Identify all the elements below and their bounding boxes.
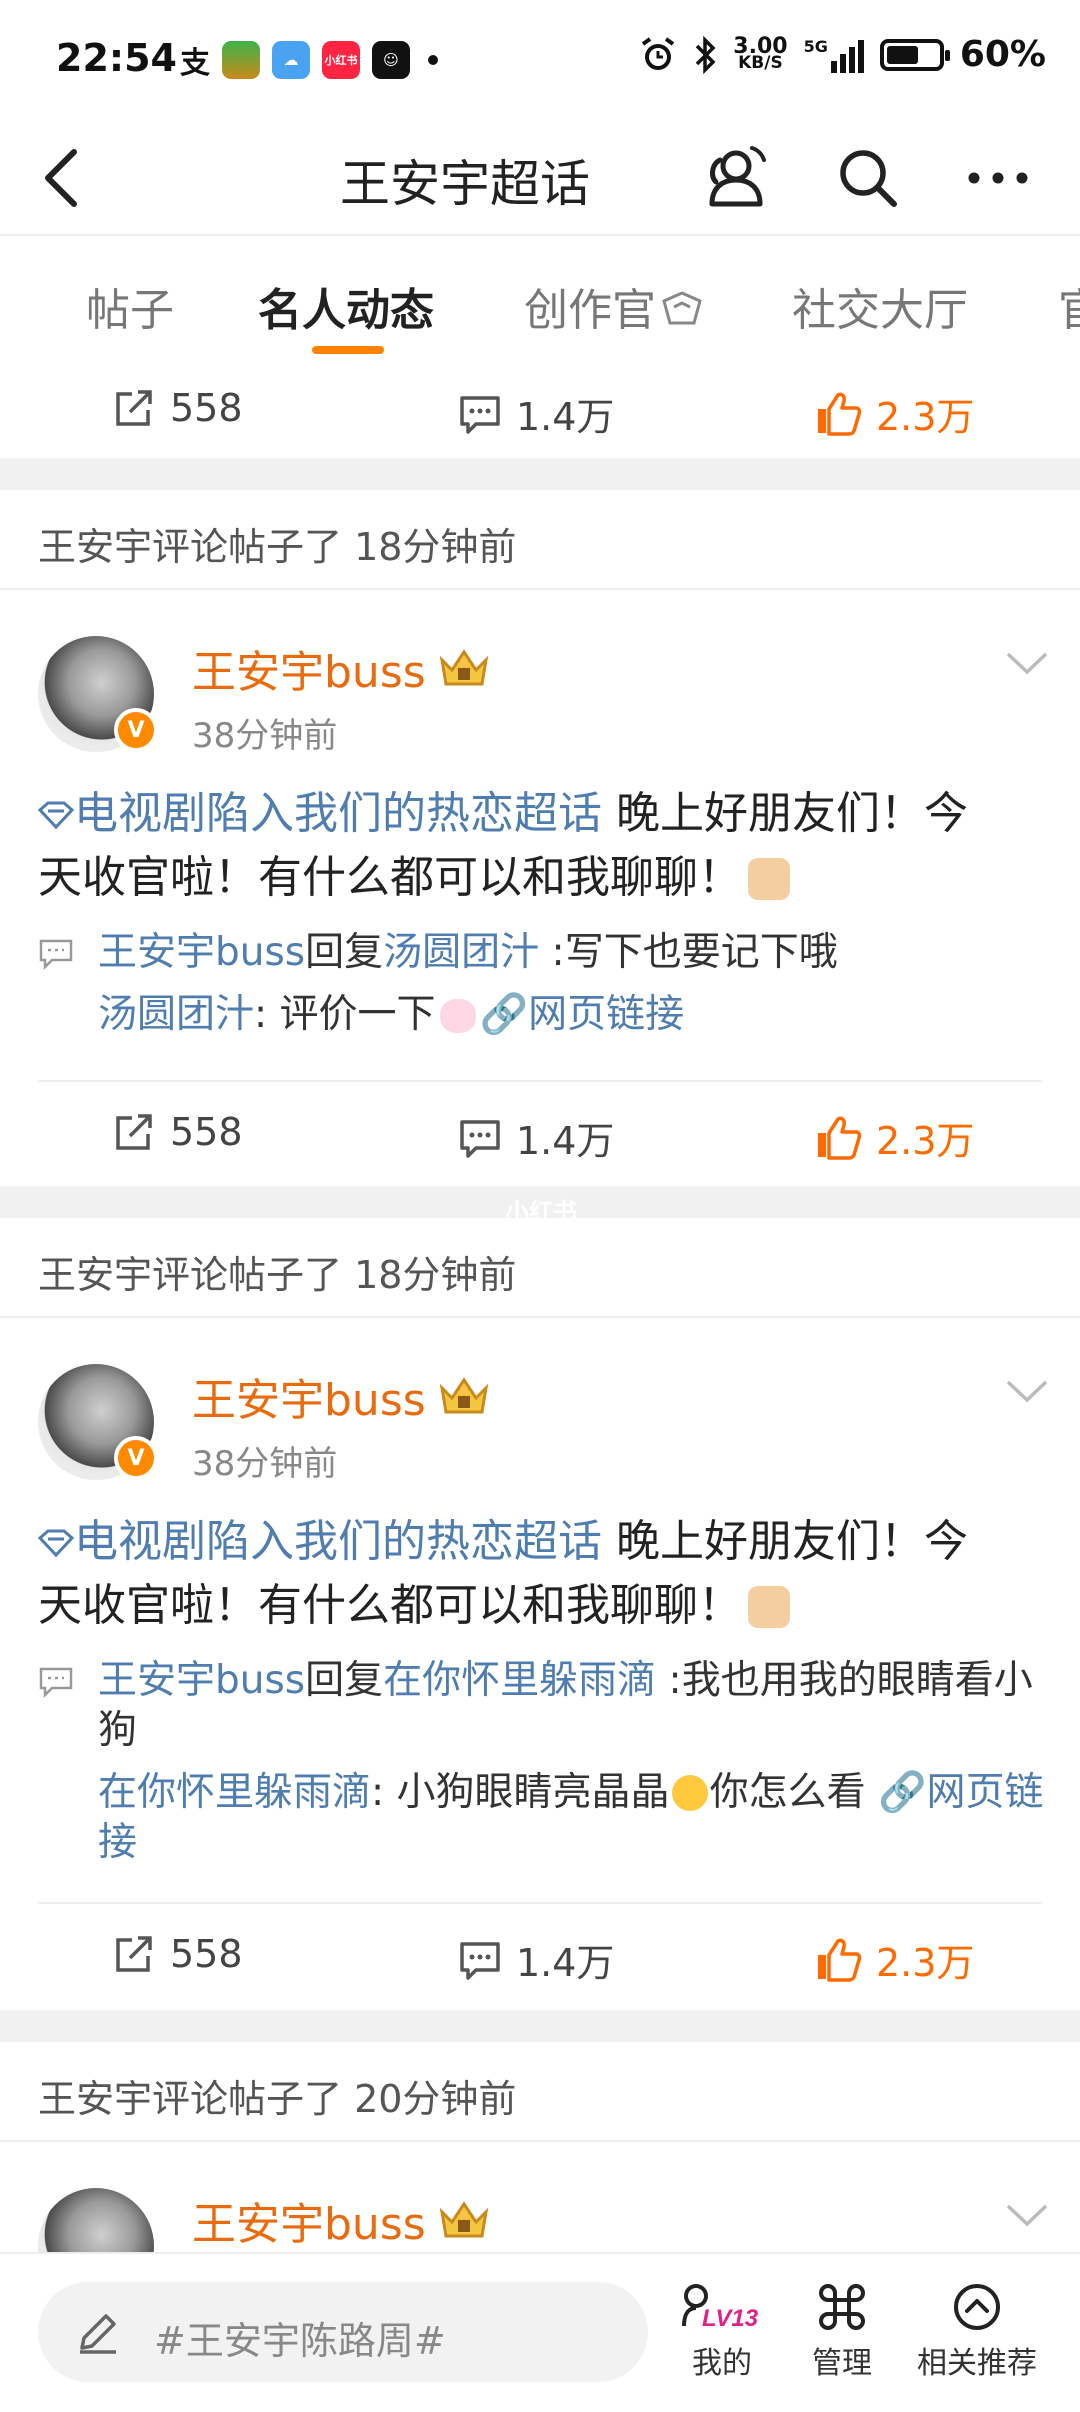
alarm-icon (642, 36, 675, 70)
chevron-up-circle-icon (954, 2284, 1000, 2330)
comment-icon (460, 1941, 500, 1980)
post-time: 38分钟前 (192, 716, 338, 756)
search-icon[interactable] (832, 142, 904, 214)
avatar[interactable]: V (38, 636, 158, 752)
chevron-down-icon[interactable] (1004, 1376, 1050, 1406)
repost-button[interactable]: 558 (112, 1932, 243, 1976)
status-time: 22:54 (56, 36, 177, 80)
nav-manage[interactable]: 管理 (800, 2282, 884, 2382)
thumbs-up-icon (818, 1116, 862, 1160)
post-card[interactable]: V 王安宇buss 38分钟前 电视剧陷入我们的热恋超话 晚上好朋友们！今 天收… (0, 1320, 1080, 2008)
profile-level-icon: LV13 (682, 2284, 759, 2332)
post-text: 电视剧陷入我们的热恋超话 晚上好朋友们！今 天收官啦！有什么都可以和我聊聊！ (37, 1516, 968, 1631)
thumbs-up-icon (818, 1938, 862, 1982)
signal-indicator: 5G (804, 37, 864, 73)
comment-icon (460, 1119, 500, 1158)
repost-icon (116, 1936, 152, 1972)
comment-button[interactable]: 1.4万 (458, 1932, 614, 1987)
post-actions-row: 558 1.4万 2.3万 (0, 1082, 1080, 1182)
more-notifications-dot (428, 55, 438, 65)
status-right: 3.00 KB/S 5G 60% (639, 34, 1046, 75)
post-composer-input[interactable]: #王安宇陈路周# (38, 2282, 648, 2382)
tab-bar: 帖子 名人动态 创作官 社交大厅 官 (0, 238, 1080, 360)
thumbs-up-icon (818, 392, 862, 436)
author-name[interactable]: 王安宇buss (192, 1364, 492, 1428)
avatar[interactable]: V (38, 1364, 158, 1480)
comment-button[interactable]: 1.4万 (458, 1110, 614, 1165)
post-text: 电视剧陷入我们的热恋超话 晚上好朋友们！今 天收官啦！有什么都可以和我聊聊！ (37, 788, 968, 903)
repost-icon (116, 1114, 152, 1150)
battery-percent: 60% (959, 34, 1046, 75)
xiaohongshu-icon: 小红书 (322, 41, 360, 79)
post-card[interactable]: V 王安宇buss 38分钟前 电视剧陷入我们的热恋超话 晚上好朋友们！今 天收… (0, 592, 1080, 1184)
comment-small-icon (39, 939, 73, 970)
creator-badge-icon (662, 291, 702, 325)
repost-button[interactable]: 558 (112, 1110, 243, 1154)
post-actions-row: 558 1.4万 2.3万 (0, 358, 1080, 458)
pen-icon (80, 2314, 116, 2354)
chevron-down-icon[interactable] (1004, 2200, 1050, 2230)
verified-badge-icon: V (114, 708, 158, 752)
feed-notice: 王安宇评论帖子了 20分钟前 (0, 2042, 1080, 2142)
tab-celebrity-updates[interactable]: 名人动态 (258, 274, 434, 338)
status-bar: 22:54 支 ☁ 小红书 ☺ 3.00 KB/S 5G 60% (0, 0, 1080, 120)
svg-text:LV13: LV13 (702, 2305, 759, 2332)
comment-block[interactable]: 王安宇buss回复汤圆团汁 :写下也要记下哦 汤圆团汁: 评价一下 🔗网页链接 (38, 928, 1050, 1040)
tab-social-hall[interactable]: 社交大厅 (792, 274, 968, 338)
comment-small-icon (39, 1667, 73, 1698)
topic-diamond-icon (37, 801, 75, 830)
topic-link[interactable]: 电视剧陷入我们的热恋超话 (37, 1516, 602, 1567)
section-separator (0, 458, 1080, 490)
section-separator (0, 2010, 1080, 2042)
rock-hand-emoji-icon (748, 1586, 790, 1628)
comment-block[interactable]: 王安宇buss回复在你怀里躲雨滴 :我也用我的眼睛看小狗 在你怀里躲雨滴: 小狗… (38, 1656, 1050, 1868)
avatar[interactable] (38, 2188, 154, 2252)
author-name[interactable]: 王安宇buss (192, 636, 492, 700)
crown-badge-icon (439, 649, 488, 686)
post-card[interactable]: 王安宇buss (0, 2144, 1080, 2252)
web-link[interactable]: 🔗网页链接 (480, 992, 685, 1037)
star-eyes-emoji-icon (671, 1775, 708, 1811)
repost-button[interactable]: 558 (112, 386, 243, 430)
comment-icon (460, 395, 500, 434)
repost-icon (116, 390, 152, 426)
alipay-icon: 支 (180, 46, 210, 81)
smile-app-icon: ☺ (372, 41, 410, 79)
like-button[interactable]: 2.3万 (814, 1110, 974, 1165)
crown-badge-icon (439, 1377, 488, 1414)
more-options-icon[interactable] (962, 142, 1034, 214)
top-nav-header: 王安宇超话 (0, 120, 1080, 236)
rock-hand-emoji-icon (748, 858, 790, 900)
author-name[interactable]: 王安宇buss (192, 2188, 492, 2252)
verified-badge-icon: V (114, 1436, 158, 1480)
command-icon (819, 2284, 865, 2330)
like-button[interactable]: 2.3万 (814, 1932, 974, 1987)
comment-button[interactable]: 1.4万 (458, 386, 614, 441)
bunny-emoji-icon (439, 999, 476, 1033)
post-actions-row: 558 1.4万 2.3万 (0, 1904, 1080, 2004)
bluetooth-icon (696, 35, 716, 74)
tab-creator[interactable]: 创作官 (524, 274, 706, 338)
net-speed: 3.00 KB/S (733, 33, 788, 73)
weather-icon: ☁ (272, 41, 310, 79)
chevron-down-icon[interactable] (1004, 648, 1050, 678)
feed-notice: 王安宇评论帖子了 18分钟前 (0, 490, 1080, 590)
tab-posts[interactable]: 帖子 (86, 274, 174, 338)
page-title: 王安宇超话 (340, 155, 590, 213)
topic-diamond-icon (37, 1529, 75, 1558)
nav-my-profile[interactable]: LV13 我的 (680, 2282, 764, 2382)
status-app-icons: 支 ☁ 小红书 ☺ (180, 38, 438, 82)
topic-link[interactable]: 电视剧陷入我们的热恋超话 (37, 788, 602, 839)
like-button[interactable]: 2.3万 (814, 386, 974, 441)
bottom-bar: #王安宇陈路周# LV13 我的 管理 相关推荐 (0, 2252, 1080, 2412)
active-tab-indicator (312, 346, 384, 354)
community-people-icon[interactable] (700, 142, 772, 214)
feed-notice: 王安宇评论帖子了 18分钟前 (0, 1218, 1080, 1318)
game-icon (222, 41, 260, 79)
tab-official[interactable]: 官 (1058, 274, 1080, 338)
crown-badge-icon (439, 2201, 488, 2238)
nav-related-recommend[interactable]: 相关推荐 (912, 2282, 1042, 2382)
battery-icon (879, 38, 950, 71)
post-time: 38分钟前 (192, 1444, 338, 1484)
